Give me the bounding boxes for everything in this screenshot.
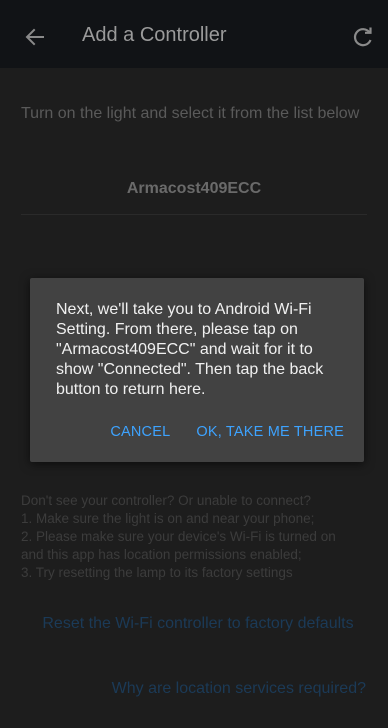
refresh-icon: [353, 27, 372, 47]
help-text: Don't see your controller? Or unable to …: [21, 492, 373, 582]
dialog-message: Next, we'll take you to Android Wi-Fi Se…: [56, 301, 324, 398]
refresh-button[interactable]: [346, 20, 380, 54]
help-line: 2. Please make sure your device's Wi-Fi …: [21, 529, 336, 544]
device-list-item[interactable]: Armacost409ECC: [21, 164, 367, 215]
reset-controller-link[interactable]: Reset the Wi-Fi controller to factory de…: [30, 614, 366, 634]
instruction-text: Turn on the light and select it from the…: [21, 105, 360, 122]
help-line: Don't see your controller? Or unable to …: [21, 493, 311, 508]
help-line: 3. Try resetting the lamp to its factory…: [21, 565, 293, 580]
ok-take-me-there-button[interactable]: OK, TAKE ME THERE: [196, 424, 344, 440]
help-line: 1. Make sure the light is on and near yo…: [21, 511, 315, 526]
dialog-actions: CANCEL OK, TAKE ME THERE: [110, 424, 344, 440]
arrow-left-icon: [25, 28, 44, 46]
cancel-button[interactable]: CANCEL: [110, 424, 170, 440]
page-title: Add a Controller: [82, 24, 227, 46]
back-button[interactable]: [18, 20, 52, 54]
wifi-setting-dialog: Next, we'll take you to Android Wi-Fi Se…: [30, 278, 364, 462]
screen: Add a Controller Turn on the light and s…: [0, 0, 388, 728]
app-bar: Add a Controller: [0, 0, 388, 68]
location-services-link[interactable]: Why are location services required?: [30, 680, 366, 698]
device-name: Armacost409ECC: [126, 180, 262, 197]
help-line: and this app has location permissions en…: [21, 547, 302, 562]
